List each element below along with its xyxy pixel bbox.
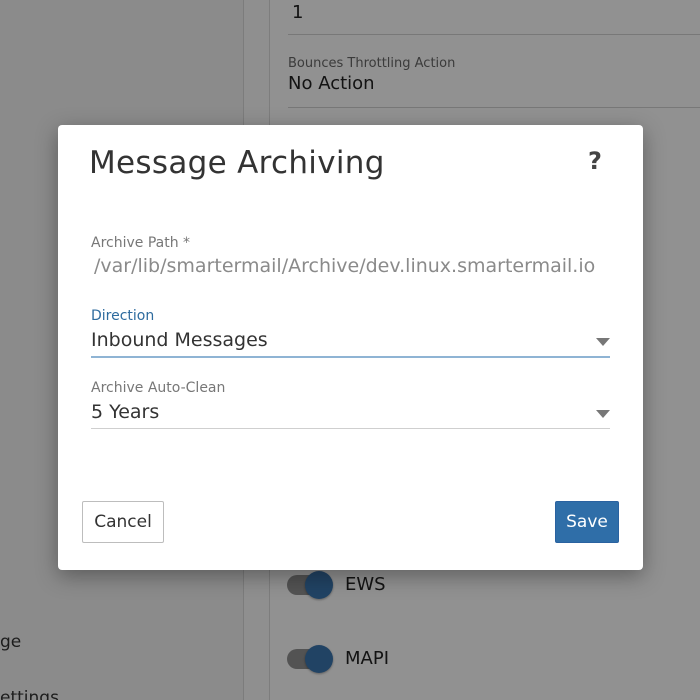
auto-clean-label: Archive Auto-Clean (91, 380, 226, 396)
chevron-down-icon[interactable] (596, 410, 610, 418)
archive-path-value: /var/lib/smartermail/Archive/dev.linux.s… (94, 255, 596, 277)
archive-path-field: Archive Path * /var/lib/smartermail/Arch… (91, 235, 610, 277)
direction-select[interactable]: Inbound Messages (91, 326, 610, 358)
direction-value: Inbound Messages (91, 329, 268, 351)
auto-clean-value: 5 Years (91, 401, 160, 423)
chevron-down-icon[interactable] (596, 338, 610, 346)
message-archiving-dialog: Message Archiving ? Archive Path * /var/… (58, 125, 643, 570)
question-mark-icon[interactable]: ? (588, 147, 602, 175)
dialog-title: Message Archiving (89, 145, 385, 181)
archive-path-label: Archive Path * (91, 235, 191, 251)
direction-label: Direction (91, 308, 155, 324)
auto-clean-field[interactable]: Archive Auto-Clean 5 Years (91, 380, 610, 429)
direction-field[interactable]: Direction Inbound Messages (91, 308, 610, 358)
auto-clean-select[interactable]: 5 Years (91, 398, 610, 429)
cancel-button[interactable]: Cancel (82, 501, 164, 543)
save-button[interactable]: Save (555, 501, 619, 543)
